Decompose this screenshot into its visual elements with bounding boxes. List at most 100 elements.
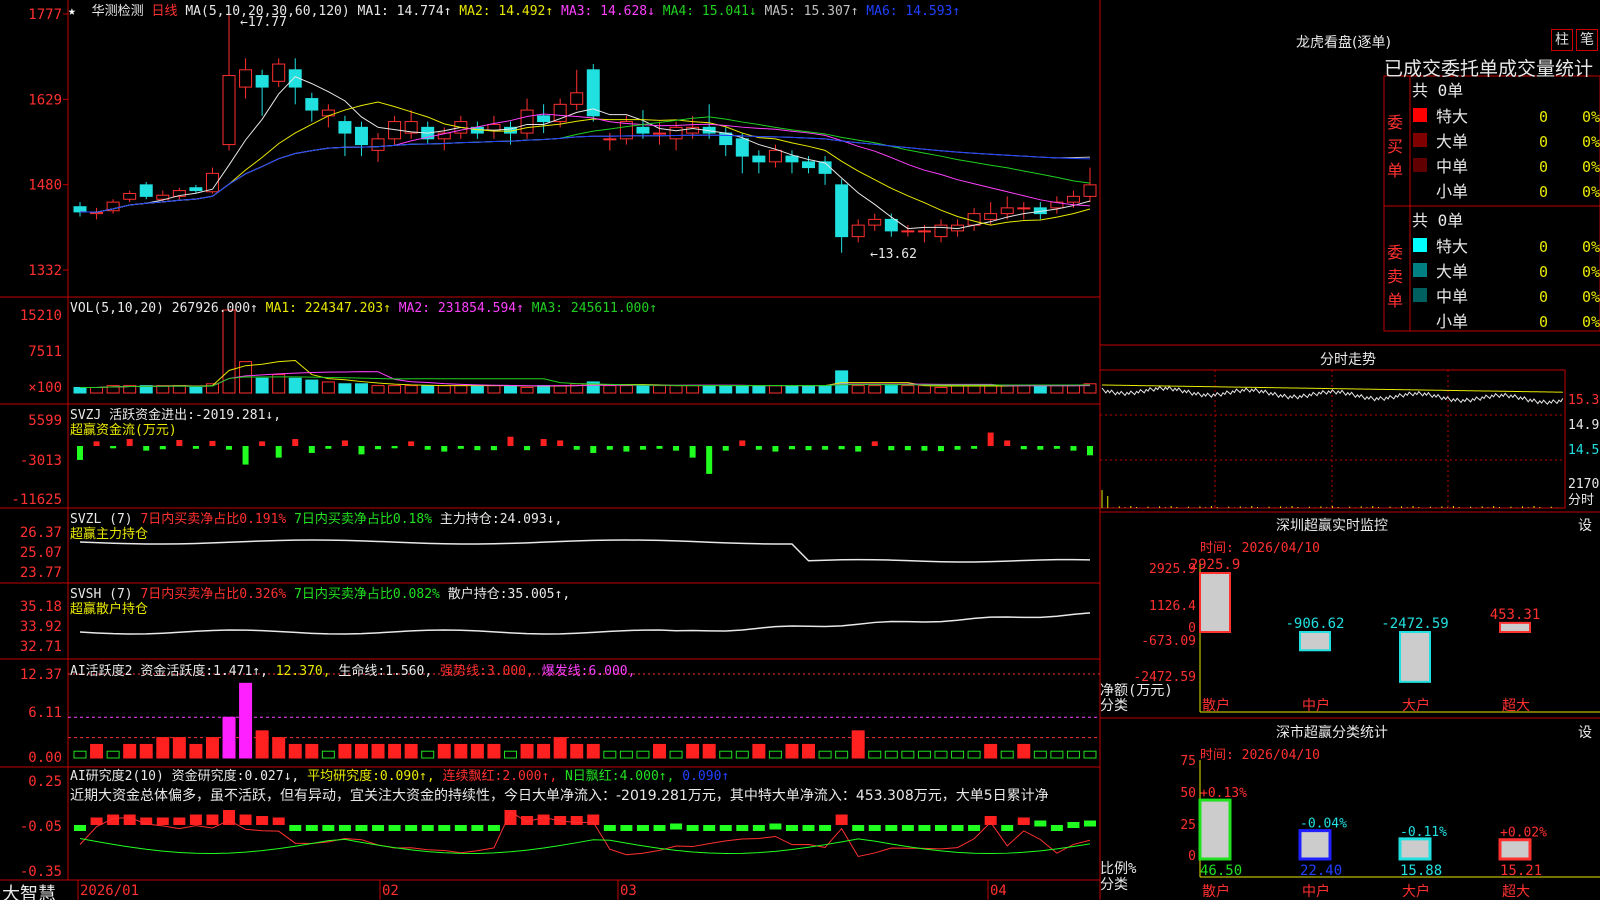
activity-bar bbox=[189, 743, 203, 759]
buy-side-label: 买 bbox=[1387, 137, 1403, 156]
volume-bar bbox=[454, 385, 468, 394]
volume-bar bbox=[818, 385, 832, 394]
period-label[interactable]: 日线 bbox=[152, 4, 178, 19]
volume-bar bbox=[1050, 385, 1064, 394]
volume-bar bbox=[901, 385, 915, 394]
sell-row-pct: 0% bbox=[1582, 238, 1600, 256]
candle bbox=[868, 218, 882, 226]
activity-bar bbox=[487, 743, 501, 759]
class-tick: 50 bbox=[1180, 786, 1196, 801]
candle bbox=[1017, 207, 1031, 210]
monitor-settings-button[interactable]: 设 bbox=[1578, 515, 1592, 535]
header-ai1: AI活跃度2 资金活跃度:1.471↑, 12.370, 生命线:1.560, … bbox=[70, 664, 636, 679]
sell-row-label: 中单 bbox=[1436, 287, 1468, 306]
candle bbox=[669, 126, 683, 140]
research-bar bbox=[1084, 820, 1096, 827]
research-bar bbox=[984, 816, 997, 825]
ai1-tick: 6.11 bbox=[28, 705, 62, 721]
monitor-value: 453.31 bbox=[1490, 607, 1541, 623]
class-pct: -0.11% bbox=[1400, 825, 1447, 840]
volume-bar bbox=[619, 385, 633, 394]
candle bbox=[636, 126, 650, 134]
candle bbox=[189, 187, 203, 192]
candle bbox=[139, 184, 153, 197]
buy-row-count: 0 bbox=[1539, 158, 1548, 176]
flow-bar bbox=[275, 446, 282, 458]
sell-row-label: 特大 bbox=[1436, 237, 1468, 256]
ma-item: MA6: 14.593↑ bbox=[858, 4, 961, 19]
volume-bar bbox=[984, 385, 998, 394]
flow-bar bbox=[424, 446, 431, 450]
monitor-category-label: 分类 bbox=[1100, 698, 1128, 714]
sell-side-label: 委 bbox=[1387, 243, 1403, 262]
volume-bar bbox=[503, 385, 517, 394]
class-pct: -0.04% bbox=[1300, 817, 1347, 832]
research-bar bbox=[868, 825, 881, 831]
candle bbox=[371, 138, 385, 151]
tab-tick[interactable]: 笔 bbox=[1576, 29, 1598, 51]
activity-bar bbox=[752, 743, 766, 759]
activity-bar bbox=[653, 743, 667, 759]
svsh-sub: 超赢散户持仓 bbox=[70, 602, 149, 617]
flow-bar bbox=[341, 440, 348, 447]
vol-tick: ×100 bbox=[28, 380, 62, 396]
activity-bar bbox=[735, 750, 749, 759]
flow-bar bbox=[921, 446, 928, 451]
flow-bar bbox=[159, 446, 166, 450]
svzl-sub: 超赢主力持仓 bbox=[70, 527, 149, 542]
ma-item: MA4: 15.041↓ bbox=[654, 4, 757, 19]
flow-bar bbox=[325, 446, 332, 449]
price-tick: 1332 bbox=[28, 263, 62, 279]
intraday-tick: 21705 bbox=[1568, 477, 1600, 492]
volume-bar bbox=[305, 379, 319, 394]
activity-bar bbox=[686, 743, 700, 759]
research-bar bbox=[338, 825, 351, 831]
flow-bar bbox=[706, 446, 713, 474]
volume-bar bbox=[520, 386, 534, 394]
volume-bar bbox=[636, 385, 650, 394]
research-bar bbox=[885, 825, 898, 831]
volume-bar bbox=[752, 385, 766, 394]
monitor-category: 散户 bbox=[1202, 697, 1230, 714]
volume-bar bbox=[437, 385, 451, 394]
intraday-title[interactable]: 分时走势 bbox=[1320, 349, 1376, 369]
activity-bar bbox=[272, 737, 286, 759]
research-bar bbox=[405, 825, 418, 831]
candle bbox=[884, 218, 898, 232]
star-icon[interactable]: ★ bbox=[68, 4, 76, 19]
monitor-value: -906.62 bbox=[1285, 616, 1344, 632]
class-category: 大户 bbox=[1402, 883, 1430, 900]
volume-bar bbox=[884, 385, 898, 394]
candle bbox=[735, 138, 749, 157]
volume-bar bbox=[404, 385, 418, 394]
date-label: 02 bbox=[382, 883, 399, 899]
research-bar bbox=[951, 825, 964, 831]
volume-bar bbox=[735, 385, 749, 394]
volume-bar bbox=[917, 385, 931, 394]
tab-bar[interactable]: 柱 bbox=[1551, 29, 1573, 51]
candle bbox=[1066, 195, 1080, 203]
activity-bar bbox=[934, 750, 948, 759]
research-bar bbox=[487, 825, 500, 831]
flow-bar bbox=[656, 446, 663, 449]
monitor-title: 深圳超赢实时监控 bbox=[1276, 518, 1388, 534]
flow-bar bbox=[904, 446, 911, 451]
monitor-tick: -673.09 bbox=[1141, 634, 1196, 649]
flow-bar bbox=[673, 446, 680, 451]
research-bar bbox=[1001, 825, 1014, 831]
class-settings-button[interactable]: 设 bbox=[1578, 722, 1592, 742]
sell-row-count: 0 bbox=[1539, 313, 1548, 331]
volume-bar bbox=[189, 386, 203, 394]
research-bar bbox=[901, 825, 914, 831]
flow-bar bbox=[1037, 446, 1044, 450]
flow-bar bbox=[822, 446, 829, 450]
research-bar bbox=[123, 814, 136, 825]
vol-tick: 15210 bbox=[20, 308, 62, 324]
activity-bar bbox=[139, 743, 153, 759]
candle bbox=[917, 230, 931, 233]
volume-bar bbox=[1033, 385, 1047, 394]
volume-bar bbox=[967, 385, 981, 394]
intraday-tick: 分时 bbox=[1568, 493, 1594, 508]
research-bar bbox=[918, 825, 931, 831]
activity-bar bbox=[537, 743, 551, 759]
